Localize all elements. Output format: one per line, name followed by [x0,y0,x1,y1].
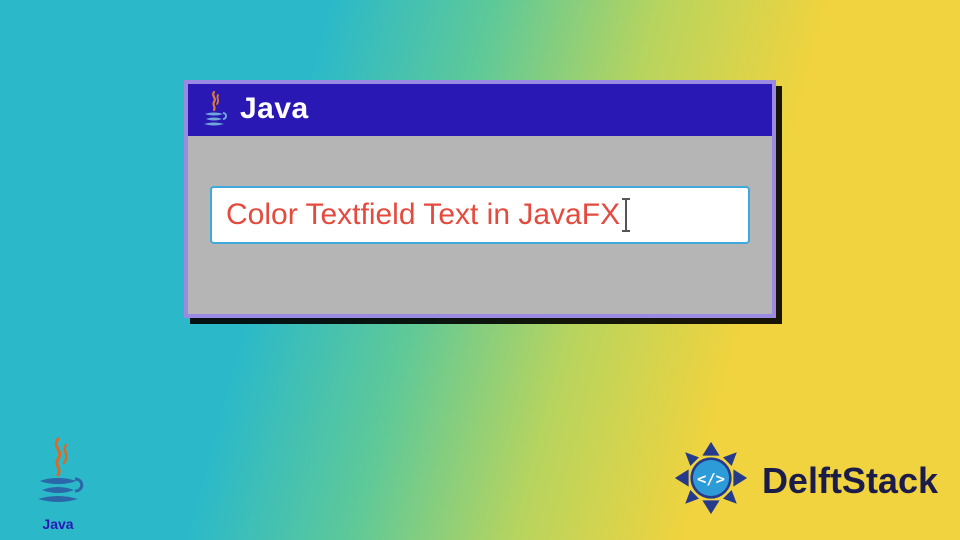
delftstack-logo-icon: </> [668,435,754,526]
color-textfield[interactable]: Color Textfield Text in JavaFX [210,186,750,244]
java-brand-corner: Java [28,437,88,532]
svg-text:</>: </> [697,470,725,488]
app-window-shadow-wrap: Java Color Textfield Text in JavaFX [184,80,776,318]
window-client-area: Color Textfield Text in JavaFX [188,136,772,314]
app-window: Java Color Textfield Text in JavaFX [184,80,776,318]
delftstack-brand-label: DelftStack [762,460,938,502]
java-brand-label: Java [42,516,73,532]
java-logo-icon [28,437,88,514]
window-title: Java [240,92,309,126]
text-caret-icon [622,198,632,232]
textfield-value: Color Textfield Text in JavaFX [226,198,620,232]
delftstack-brand-corner: </> DelftStack [668,435,938,526]
titlebar[interactable]: Java [188,84,772,136]
java-logo-icon [198,90,230,128]
